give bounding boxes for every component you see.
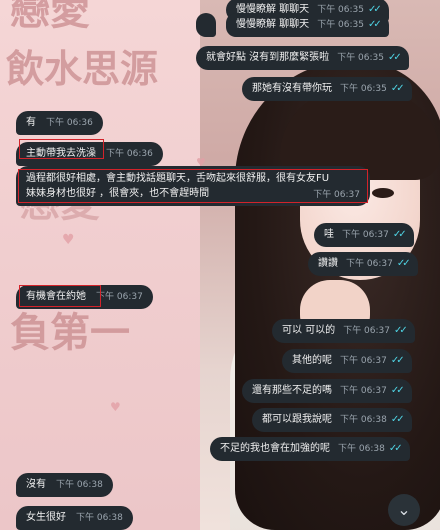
- message-text: 女生很好: [26, 512, 66, 523]
- message-time: 下午 06:35: [337, 53, 384, 63]
- message-time: 下午 06:36: [46, 118, 93, 128]
- read-receipt-icon: ✓✓: [390, 385, 405, 396]
- heart-icon: ♥: [110, 400, 121, 414]
- message-text: 主動帶我去洗澡: [26, 148, 96, 159]
- message-outgoing[interactable]: 可以 可以的 下午 06:37 ✓✓: [272, 319, 415, 343]
- wallpaper-text-top: 戀愛: [10, 0, 90, 34]
- message-text: 可以 可以的: [282, 325, 336, 336]
- message-outgoing[interactable]: 慢慢瞭解 聊聊天 下午 06:35 ✓✓: [226, 13, 389, 37]
- message-time: 下午 06:36: [106, 149, 153, 159]
- message-outgoing[interactable]: 那她有沒有帶你玩 下午 06:35 ✓✓: [242, 77, 412, 101]
- message-text: 其他的呢: [292, 355, 332, 366]
- read-receipt-icon: ✓✓: [388, 443, 403, 454]
- read-receipt-icon: ✓✓: [394, 325, 408, 336]
- message-text: 沒有: [26, 479, 46, 490]
- message-text: 就會好點 沒有到那麼緊張啦: [206, 52, 330, 63]
- message-incoming[interactable]: 有下午 06:36: [16, 111, 103, 135]
- message-time: 下午 06:37: [96, 292, 143, 302]
- read-receipt-icon: ✓✓: [368, 19, 382, 30]
- message-time: 下午 06:37: [313, 190, 360, 200]
- message-outgoing[interactable]: 其他的呢 下午 06:37 ✓✓: [282, 349, 412, 373]
- message-outgoing[interactable]: [196, 13, 216, 37]
- wallpaper-text-line2: 飲水思源: [6, 46, 159, 91]
- message-text: 那她有沒有帶你玩: [252, 83, 332, 94]
- message-time: 下午 06:38: [56, 480, 103, 490]
- message-time: 下午 06:37: [342, 230, 389, 240]
- message-incoming[interactable]: 女生很好 下午 06:38: [16, 506, 133, 530]
- read-receipt-icon: ✓✓: [390, 83, 405, 94]
- message-time: 下午 06:38: [340, 415, 387, 425]
- heart-icon: ♥: [62, 232, 75, 248]
- message-outgoing[interactable]: 哇下午 06:37 ✓✓: [314, 223, 414, 247]
- message-incoming[interactable]: 主動帶我去洗澡 下午 06:36: [16, 142, 163, 166]
- message-outgoing[interactable]: 都可以跟我說呢 下午 06:38 ✓✓: [252, 408, 412, 432]
- message-text: 讚讚: [318, 258, 338, 269]
- message-time: 下午 06:37: [340, 356, 387, 366]
- read-receipt-icon: ✓✓: [388, 52, 402, 63]
- message-outgoing[interactable]: 不足的我也會在加強的呢 下午 06:38 ✓✓: [210, 437, 410, 461]
- message-incoming[interactable]: 過程都很好相處，會主動找話題聊天，舌吻起來很舒服，很有女友FU 妹妹身材也很好 …: [16, 166, 370, 206]
- chevron-down-icon: ⌄: [397, 500, 411, 519]
- message-text: 哇: [324, 229, 334, 240]
- wallpaper-eye-right: [372, 188, 394, 198]
- message-text: 有: [26, 117, 36, 128]
- message-text: 都可以跟我說呢: [262, 414, 332, 425]
- message-text: 有機會在約她: [26, 291, 86, 302]
- message-text: 還有那些不足的嗎: [252, 385, 332, 396]
- message-time: 下午 06:37: [346, 259, 393, 269]
- message-time: 下午 06:38: [338, 444, 385, 454]
- message-time: 下午 06:37: [343, 326, 390, 336]
- message-time: 下午 06:38: [76, 513, 123, 523]
- message-outgoing[interactable]: 還有那些不足的嗎 下午 06:37 ✓✓: [242, 379, 412, 403]
- message-time: 下午 06:35: [317, 20, 364, 30]
- message-text-line1: 過程都很好相處，會主動找話題聊天，舌吻起來很舒服，很有女友FU: [26, 173, 330, 184]
- message-text: 慢慢瞭解 聊聊天: [236, 19, 310, 30]
- message-time: 下午 06:37: [340, 386, 387, 396]
- message-text: 不足的我也會在加強的呢: [220, 443, 330, 454]
- message-outgoing[interactable]: 讚讚 下午 06:37 ✓✓: [308, 252, 418, 276]
- message-incoming[interactable]: 沒有 下午 06:38: [16, 473, 113, 497]
- read-receipt-icon: ✓✓: [396, 258, 411, 269]
- message-time: 下午 06:35: [340, 84, 387, 94]
- read-receipt-icon: ✓✓: [390, 414, 405, 425]
- read-receipt-icon: ✓✓: [392, 229, 407, 240]
- read-receipt-icon: ✓✓: [390, 355, 405, 366]
- message-text-line2: 妹妹身材也很好 ，很會夾，也不會趕時間: [26, 188, 210, 199]
- scroll-to-bottom-button[interactable]: ⌄: [388, 494, 420, 526]
- message-outgoing[interactable]: 就會好點 沒有到那麼緊張啦 下午 06:35 ✓✓: [196, 46, 409, 70]
- message-incoming[interactable]: 有機會在約她 下午 06:37: [16, 285, 153, 309]
